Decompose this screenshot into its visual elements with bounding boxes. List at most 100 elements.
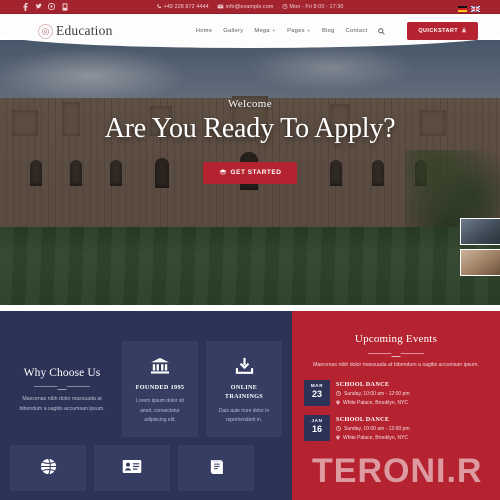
search-icon[interactable] (378, 27, 386, 35)
flag-de-icon[interactable] (458, 4, 467, 12)
pinterest-icon[interactable] (61, 2, 68, 11)
hero-thumbnail-2[interactable] (460, 249, 500, 276)
feature-card-trainings[interactable]: ONLINE TRAININGS Duis aute irure dolor i… (206, 341, 282, 438)
hero-headline: Are You Ready To Apply? (104, 113, 396, 144)
feature-cards-row-2 (0, 445, 292, 492)
book-icon (208, 459, 225, 478)
hero-thumbnail-1[interactable] (460, 218, 500, 245)
event-item[interactable]: MAR 23 SCHOOL DANCE Sunday, 10:00 am - 1… (304, 379, 500, 406)
bank-icon (130, 355, 190, 377)
events-title-divider (368, 353, 424, 354)
feature-card-id[interactable] (94, 445, 170, 492)
nav-label: Blog (322, 28, 335, 34)
get-started-label: GET STARTED (230, 169, 282, 177)
feature-cards-row: FOUNDED 1995 Lorem ipsum dolor sit amet,… (112, 337, 282, 438)
feature-card-title: ONLINE TRAININGS (224, 384, 264, 401)
id-card-icon (122, 459, 142, 477)
feature-card-title: FOUNDED 1995 (135, 384, 185, 391)
chevron-down-icon: ▼ (306, 28, 311, 33)
feature-card-global[interactable] (10, 445, 86, 492)
event-time-row: Sunday, 10:00 am - 12:00 pm (336, 391, 410, 397)
phone-info: +49 228 872 4444 (156, 3, 209, 10)
why-choose-us-description: Maecenas nibh dolor massuada at bibendum… (19, 396, 105, 412)
google-plus-icon[interactable] (48, 2, 55, 11)
quickstart-button[interactable]: QUICKSTART (407, 22, 478, 40)
event-location-row: White Palace, Brooklyn, NYC (336, 400, 410, 406)
event-time: Sunday, 10:00 am - 12:00 pm (344, 425, 410, 432)
download-icon (214, 355, 274, 377)
logo-text: Education (56, 23, 113, 38)
download-arrow-icon (461, 27, 467, 35)
nav-item-contact[interactable]: Contact (346, 28, 368, 34)
clock-icon (336, 426, 341, 432)
clock-icon (336, 391, 341, 397)
phone-icon (157, 4, 161, 9)
site-logo[interactable]: ◎ Education (38, 23, 113, 39)
nav-item-home[interactable]: Home (196, 28, 212, 34)
top-bar: +49 228 872 4444 info@example.com Mon - … (0, 0, 500, 14)
upcoming-events-panel: Upcoming Events Maecenas nibh dolor mass… (292, 311, 500, 500)
nav-item-pages[interactable]: Pages ▼ (287, 28, 311, 34)
graduation-cap-icon (218, 169, 227, 177)
hero-thumbnails (460, 218, 500, 276)
event-location: White Palace, Brooklyn, NYC (343, 434, 409, 441)
title-divider (34, 386, 90, 387)
nav-menu: Home Gallery Mega ▼ Pages ▼ Blog Contact Q… (196, 22, 500, 40)
map-pin-icon (336, 435, 340, 441)
top-contact-info: +49 228 872 4444 info@example.com Mon - … (156, 4, 343, 10)
email-text: info@example.com (225, 3, 274, 10)
nav-item-blog[interactable]: Blog (322, 28, 335, 34)
event-month: MAR (310, 382, 324, 388)
feature-card-text: Lorem ipsum dolor sit amet, consectetur … (136, 398, 184, 423)
hours-text: Mon - Fri 8:00 - 17:30 (289, 3, 344, 10)
nav-label: Home (195, 28, 213, 34)
get-started-button[interactable]: GET STARTED (202, 161, 298, 184)
main-navigation: ◎ Education Home Gallery Mega ▼ Pages ▼ Bl… (0, 14, 500, 48)
hero-eyebrow: Welcome (227, 98, 273, 110)
upcoming-events-title: Upcoming Events (354, 333, 438, 345)
page-root: +49 228 872 4444 info@example.com Mon - … (0, 0, 500, 500)
hero-content: Welcome Are You Ready To Apply? GET STAR… (0, 98, 500, 184)
feature-card-founded[interactable]: FOUNDED 1995 Lorem ipsum dolor sit amet,… (122, 341, 198, 438)
nav-label: Contact (345, 28, 368, 34)
event-location-row: White Palace, Brooklyn, NYC (336, 435, 410, 441)
map-pin-icon (336, 400, 340, 406)
flag-en-icon[interactable] (470, 4, 481, 12)
upcoming-events-description: Maecenas nibh dolor massuada at bibendum… (313, 362, 479, 368)
clock-icon (282, 4, 288, 9)
nav-label: Pages (287, 28, 305, 34)
why-choose-us-header: Why Choose Us Maecenas nibh dolor massua… (0, 337, 112, 414)
event-item[interactable]: JAN 16 SCHOOL DANCE Sunday, 10:00 am - 1… (304, 414, 500, 441)
social-links (22, 2, 68, 11)
why-choose-us-title: Why Choose Us (23, 367, 101, 379)
facebook-icon[interactable] (22, 2, 29, 11)
feature-card-text: Duis aute irure dolor in reprehenderit i… (218, 407, 270, 423)
event-day: 16 (311, 423, 322, 434)
event-day: 23 (311, 388, 322, 399)
nav-item-gallery[interactable]: Gallery (223, 28, 243, 34)
phone-text: +49 228 872 4444 (163, 3, 209, 10)
event-date-badge: MAR 23 (304, 379, 330, 406)
mail-icon (217, 4, 224, 9)
event-time: Sunday, 10:00 am - 12:00 pm (344, 390, 410, 397)
language-switcher (458, 4, 481, 12)
feature-card-book[interactable] (178, 445, 254, 492)
event-time-row: Sunday, 10:00 am - 12:00 pm (336, 426, 410, 432)
hero-banner: Welcome Are You Ready To Apply? GET STAR… (0, 40, 500, 305)
nav-label: Mega (254, 28, 270, 34)
event-month: JAN (311, 417, 323, 423)
quickstart-label: QUICKSTART (418, 28, 458, 34)
event-name: SCHOOL DANCE (336, 380, 390, 388)
event-name: SCHOOL DANCE (336, 415, 390, 423)
nav-item-mega[interactable]: Mega ▼ (254, 28, 276, 34)
globe-icon (40, 458, 57, 478)
logo-emblem-icon: ◎ (38, 23, 53, 39)
chevron-down-icon: ▼ (271, 28, 277, 33)
hours-info: Mon - Fri 8:00 - 17:30 (282, 3, 344, 10)
twitter-icon[interactable] (35, 2, 42, 11)
nav-label: Gallery (223, 28, 244, 34)
email-info: info@example.com (217, 3, 274, 10)
event-date-badge: JAN 16 (304, 414, 330, 441)
why-choose-us-panel: Why Choose Us Maecenas nibh dolor massua… (0, 311, 292, 500)
lower-section: Why Choose Us Maecenas nibh dolor massua… (0, 311, 500, 500)
